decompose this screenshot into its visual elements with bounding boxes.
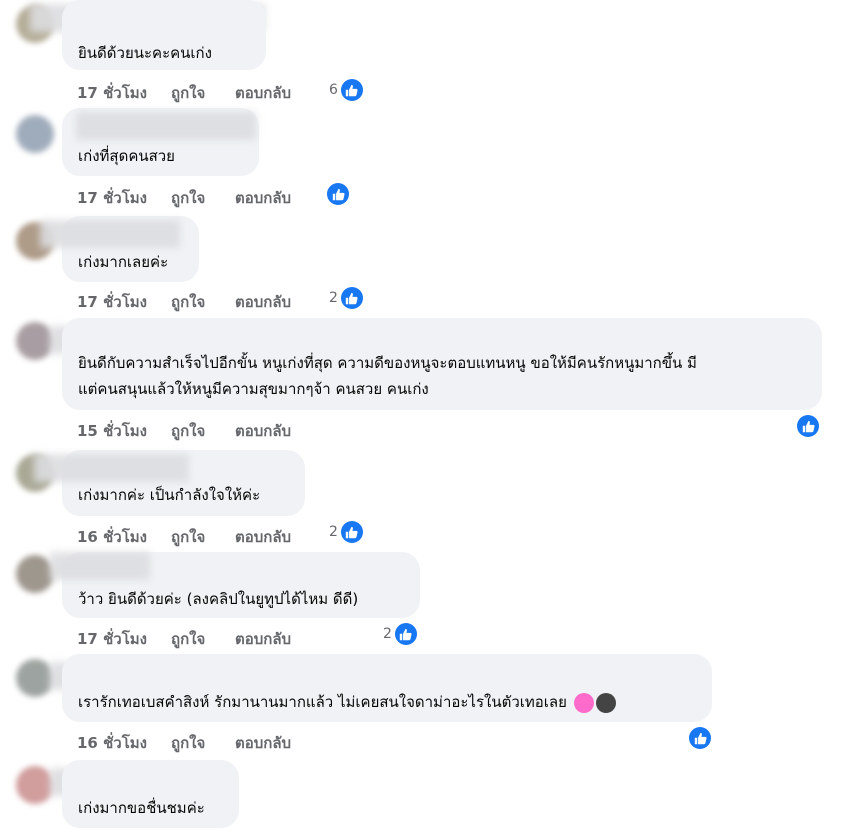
comment-bubble: ยินดีกับความสำเร็จไปอีกขั้น หนูเก่งที่สุ… (62, 318, 822, 410)
reply-link[interactable]: ตอบกลับ (235, 290, 325, 314)
comment-bubble: เก่งที่สุดคนสวย (62, 108, 259, 176)
reply-link[interactable]: ตอบกลับ (235, 525, 325, 549)
commenter-name[interactable] (50, 552, 150, 580)
reaction-count[interactable] (797, 415, 819, 437)
like-link[interactable]: ถูกใจ (171, 627, 235, 651)
comment-time[interactable]: 17 ชั่วโมง (77, 186, 171, 210)
reply-link[interactable]: ตอบกลับ (235, 186, 325, 210)
comment-actions: 16 ชั่วโมง ถูกใจ ตอบกลับ (77, 731, 325, 755)
like-reaction-icon (340, 79, 363, 101)
reply-link[interactable]: ตอบกลับ (235, 731, 325, 755)
reaction-count[interactable]: 6 (329, 79, 363, 101)
avatar[interactable] (16, 659, 54, 697)
comment-text-body: เรารักเทอเบสคำสิงห์ รักมานานมากแล้ว ไม่เ… (78, 693, 567, 711)
comment-text: ยินดีด้วยนะคะคนเก่ง (78, 44, 212, 62)
reply-link[interactable]: ตอบกลับ (235, 627, 325, 651)
like-link[interactable]: ถูกใจ (171, 290, 235, 314)
comment-time[interactable]: 17 ชั่วโมง (77, 627, 171, 651)
reaction-count[interactable]: 2 (329, 521, 363, 543)
comment-actions: 16 ชั่วโมง ถูกใจ ตอบกลับ (77, 525, 325, 549)
like-reaction-icon (797, 415, 819, 437)
comment-time[interactable]: 15 ชั่วโมง (77, 419, 171, 443)
comment-time[interactable]: 17 ชั่วโมง (77, 290, 171, 314)
comment-bubble: เรารักเทอเบสคำสิงห์ รักมานานมากแล้ว ไม่เ… (62, 654, 712, 722)
like-reaction-icon (327, 183, 349, 205)
like-reaction-icon (340, 521, 363, 543)
pink-heart-icon (573, 692, 594, 713)
comment-text: เก่งที่สุดคนสวย (78, 147, 175, 165)
comment-bubble: ว้าว ยินดีด้วยค่ะ (ลงคลิปในยูทูปได้ไหม ด… (50, 552, 420, 618)
comment-text-line2: แต่คนสนุนแล้วให้หนูมีความสุขมากๆจ้า คนสว… (78, 380, 429, 398)
reaction-count[interactable]: 2 (329, 287, 363, 309)
like-link[interactable]: ถูกใจ (171, 81, 235, 105)
reaction-number: 2 (329, 524, 338, 540)
avatar[interactable] (16, 115, 54, 153)
comment-actions: 15 ชั่วโมง ถูกใจ ตอบกลับ (77, 419, 325, 443)
comment-text: ว้าว ยินดีด้วยค่ะ (ลงคลิปในยูทูปได้ไหม ด… (78, 590, 359, 608)
reaction-number: 6 (329, 82, 338, 98)
comment-text: เรารักเทอเบสคำสิงห์ รักมานานมากแล้ว ไม่เ… (78, 685, 616, 719)
comment-actions: 17 ชั่วโมง ถูกใจ ตอบกลับ (77, 290, 325, 314)
comment-time[interactable]: 17 ชั่วโมง (77, 81, 171, 105)
reply-link[interactable]: ตอบกลับ (235, 81, 325, 105)
reaction-number: 2 (383, 626, 392, 642)
avatar[interactable] (16, 555, 54, 593)
like-reaction-icon (394, 623, 417, 645)
reply-link[interactable]: ตอบกลับ (235, 419, 325, 443)
avatar[interactable] (16, 322, 54, 360)
reaction-count[interactable] (689, 727, 711, 749)
commenter-name[interactable] (40, 220, 180, 248)
like-reaction-icon (689, 727, 711, 749)
comment-actions: 17 ชั่วโมง ถูกใจ ตอบกลับ (77, 81, 325, 105)
comment-time[interactable]: 16 ชั่วโมง (77, 525, 171, 549)
comment-bubble: เก่งมากค่ะ เป็นกำลังใจให้ค่ะ (34, 450, 305, 516)
comment-text: เก่งมากค่ะ เป็นกำลังใจให้ค่ะ (78, 486, 261, 504)
like-link[interactable]: ถูกใจ (171, 419, 235, 443)
comment-actions: 17 ชั่วโมง ถูกใจ ตอบกลับ (77, 627, 325, 651)
comment-bubble: เก่งมากเลยค่ะ (40, 216, 199, 282)
like-reaction-icon (340, 287, 363, 309)
comment-text: เก่งมากเลยค่ะ (78, 253, 169, 271)
avatar[interactable] (16, 766, 54, 804)
comment-bubble: เก่งมากขอชื่นชมค่ะ (62, 760, 239, 828)
commenter-name[interactable] (76, 112, 256, 140)
comment-actions: 17 ชั่วโมง ถูกใจ ตอบกลับ (77, 186, 325, 210)
black-heart-icon (595, 692, 616, 713)
comment-bubble: ยินดีด้วยนะคะคนเก่ง (62, 0, 266, 70)
reaction-count[interactable]: 2 (383, 623, 417, 645)
like-link[interactable]: ถูกใจ (171, 525, 235, 549)
like-link[interactable]: ถูกใจ (171, 186, 235, 210)
comment-time[interactable]: 16 ชั่วโมง (77, 731, 171, 755)
like-link[interactable]: ถูกใจ (171, 731, 235, 755)
reaction-count[interactable] (327, 183, 349, 205)
reaction-number: 2 (329, 290, 338, 306)
comment-text: เก่งมากขอชื่นชมค่ะ (78, 799, 205, 817)
